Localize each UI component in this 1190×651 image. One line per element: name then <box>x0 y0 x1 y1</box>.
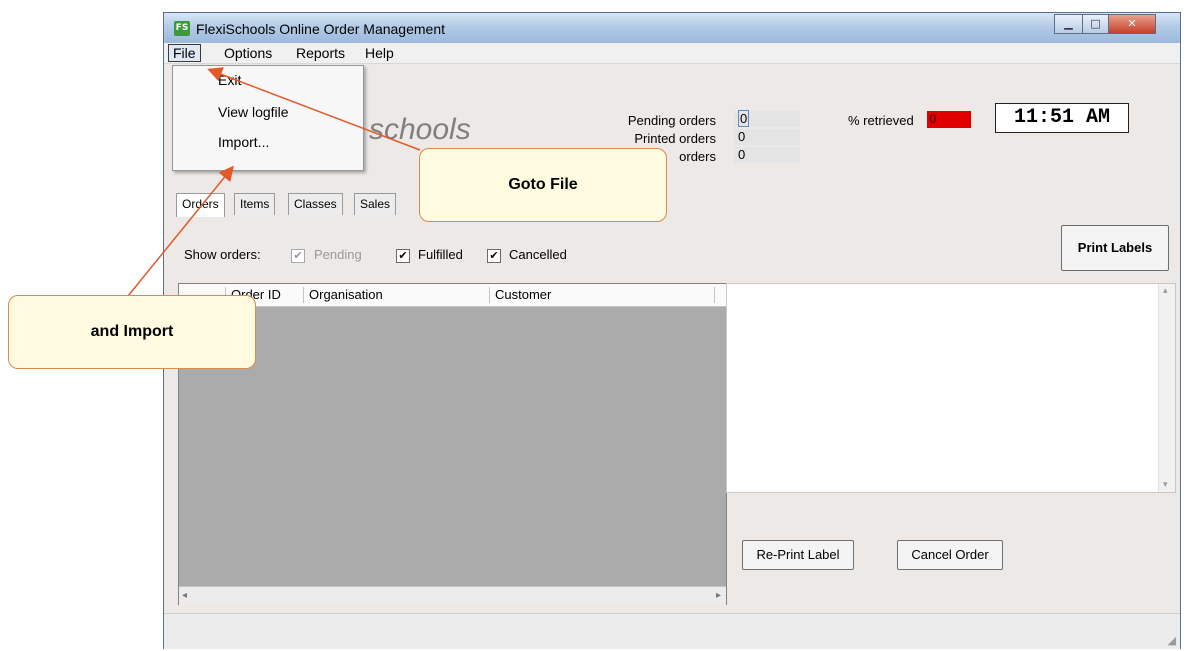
menu-item-exit[interactable]: Exit <box>218 72 241 88</box>
app-window: FS FlexiSchools Online Order Management … <box>163 12 1181 649</box>
retrieved-value: 0 <box>929 112 937 126</box>
vertical-scrollbar[interactable]: ▴ ▾ <box>1158 284 1175 492</box>
fulfilled-checkbox[interactable]: ✔ <box>396 249 410 263</box>
scroll-down-icon[interactable]: ▾ <box>1163 480 1168 490</box>
column-separator <box>303 287 304 303</box>
status-bar: ◢ <box>164 613 1180 649</box>
column-separator <box>489 287 490 303</box>
reprint-label-button[interactable]: Re-Print Label <box>742 540 854 570</box>
pending-orders-value: 0 <box>734 110 800 127</box>
logo: schools <box>369 113 471 146</box>
file-menu-dropdown: Exit View logfile Import... <box>172 65 364 171</box>
menu-bar: File Options Reports Help <box>164 43 1180 64</box>
pending-orders-number: 0 <box>738 110 750 127</box>
orders-grid[interactable]: Order ID Organisation Customer ◂ ▸ <box>178 283 727 605</box>
menu-item-view-logfile[interactable]: View logfile <box>218 104 289 120</box>
column-separator <box>714 287 715 303</box>
pending-orders-label: Pending orders <box>627 113 716 128</box>
cancelled-checkbox-label: Cancelled <box>509 247 567 262</box>
printed-orders-label: Printed orders <box>634 131 716 146</box>
retrieved-label: % retrieved <box>848 113 914 128</box>
scroll-up-icon[interactable]: ▴ <box>1163 286 1168 296</box>
callout-and-import: and Import <box>8 295 256 369</box>
tab-classes[interactable]: Classes <box>288 193 343 215</box>
printed-orders-value: 0 <box>734 129 800 145</box>
order-detail-panel[interactable]: ▴ ▾ <box>726 283 1176 493</box>
menu-item-import[interactable]: Import... <box>218 134 269 150</box>
callout-goto-file: Goto File <box>419 148 667 222</box>
tab-sales[interactable]: Sales <box>354 193 397 215</box>
resize-grip-icon[interactable]: ◢ <box>1168 634 1176 647</box>
app-icon: FS <box>174 21 190 36</box>
show-orders-label: Show orders: <box>184 247 261 262</box>
tab-items[interactable]: Items <box>234 193 276 215</box>
scroll-left-icon[interactable]: ◂ <box>182 590 187 601</box>
menu-reports[interactable]: Reports <box>296 45 345 61</box>
scroll-right-icon[interactable]: ▸ <box>716 590 721 601</box>
grid-header: Order ID Organisation Customer <box>179 284 726 307</box>
cancelled-checkbox[interactable]: ✔ <box>487 249 501 263</box>
other-orders-value: 0 <box>734 147 800 163</box>
window-title: FlexiSchools Online Order Management <box>196 21 446 37</box>
print-labels-button[interactable]: Print Labels <box>1061 225 1169 271</box>
pending-checkbox-label: Pending <box>314 247 362 262</box>
column-customer[interactable]: Customer <box>495 287 551 302</box>
minimize-button[interactable]: ▁ <box>1054 14 1083 34</box>
fulfilled-checkbox-label: Fulfilled <box>418 247 463 262</box>
horizontal-scrollbar[interactable]: ◂ ▸ <box>179 586 726 605</box>
menu-options[interactable]: Options <box>224 45 272 61</box>
close-button[interactable]: ✕ <box>1108 14 1156 34</box>
pending-checkbox[interactable]: ✔ <box>291 249 305 263</box>
tab-orders[interactable]: Orders <box>176 193 225 217</box>
title-bar: FS FlexiSchools Online Order Management … <box>164 13 1180 43</box>
menu-file[interactable]: File <box>168 44 201 62</box>
clock-display: 11:51 AM <box>995 103 1129 133</box>
cancel-order-button[interactable]: Cancel Order <box>897 540 1003 570</box>
column-organisation[interactable]: Organisation <box>309 287 383 302</box>
menu-help[interactable]: Help <box>365 45 394 61</box>
maximize-button[interactable]: □ <box>1082 14 1109 34</box>
